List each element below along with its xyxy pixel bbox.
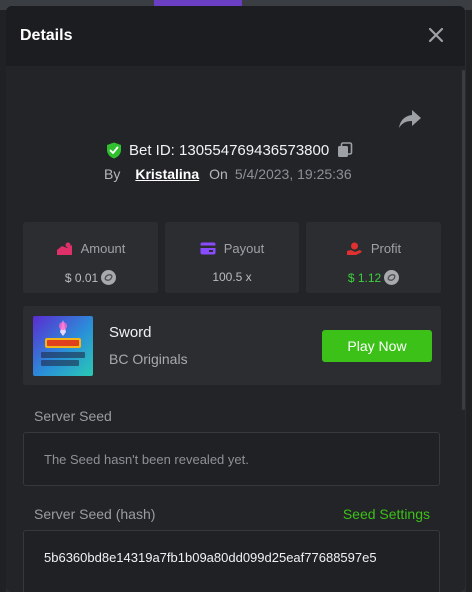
- play-now-button[interactable]: Play Now: [322, 330, 432, 362]
- profit-value: $ 1.12: [347, 270, 382, 285]
- user-link[interactable]: Kristalina: [135, 166, 199, 182]
- share-icon[interactable]: [398, 108, 422, 130]
- on-label: On: [209, 166, 228, 182]
- copy-icon[interactable]: [337, 142, 353, 158]
- by-label: By: [104, 166, 121, 182]
- modal-scrollbar[interactable]: [462, 70, 465, 410]
- modal-header: Details: [6, 6, 465, 66]
- game-name: Sword: [109, 324, 152, 341]
- bet-id-value: 130554769436573800: [179, 141, 330, 159]
- server-seed-hash-value: 5b6360bd8e14319a7fb1b09a80dd099d25eaf776…: [44, 550, 377, 565]
- payout-value: 100.5 x: [212, 270, 252, 284]
- bet-id-label: Bet ID:: [129, 141, 175, 159]
- bet-details-modal: Details Bet ID: 130554769436573800 By Kr…: [6, 6, 465, 592]
- server-seed-label: Server Seed: [34, 408, 112, 424]
- game-card: Sword BC Originals Play Now: [23, 306, 441, 385]
- server-seed-hash-label: Server Seed (hash): [34, 506, 156, 522]
- modal-title: Details: [20, 27, 73, 44]
- profit-label: Profit: [370, 241, 402, 256]
- close-icon[interactable]: [427, 26, 445, 44]
- bet-id-line: Bet ID: 130554769436573800: [106, 139, 353, 161]
- payout-label: Payout: [223, 241, 265, 256]
- stat-payout: Payout 100.5 x: [165, 222, 299, 293]
- coin-icon: [384, 270, 400, 285]
- shield-check-icon: [107, 142, 121, 158]
- stat-amount: Amount $ 0.01: [23, 222, 158, 293]
- coin-icon: [101, 270, 117, 285]
- stat-profit: Profit $ 1.12: [306, 222, 441, 293]
- background-right-edge: [466, 10, 472, 592]
- amount-label: Amount: [80, 241, 126, 256]
- bet-byline: By Kristalina On 5/4/2023, 19:25:36: [104, 166, 352, 182]
- server-seed-hash-field[interactable]: 5b6360bd8e14319a7fb1b09a80dd099d25eaf776…: [23, 530, 440, 592]
- server-seed-field: The Seed hasn't been revealed yet.: [23, 432, 440, 486]
- game-provider: BC Originals: [109, 351, 188, 367]
- seed-settings-link[interactable]: Seed Settings: [343, 506, 430, 522]
- server-seed-placeholder: The Seed hasn't been revealed yet.: [44, 452, 249, 467]
- profit-icon: [346, 242, 362, 255]
- bet-amount-icon: [56, 242, 72, 255]
- payout-icon: [200, 242, 216, 255]
- amount-value: $ 0.01: [64, 270, 99, 285]
- bet-date: 5/4/2023, 19:25:36: [234, 166, 352, 182]
- game-thumbnail[interactable]: [33, 316, 93, 376]
